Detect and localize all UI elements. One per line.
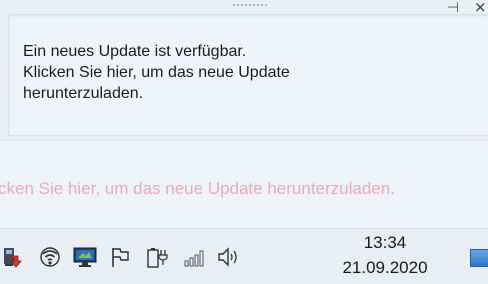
notification-line-1: Ein neues Update ist verfügbar. — [23, 43, 247, 60]
notification-message[interactable]: Ein neues Update ist verfügbar. Klicken … — [23, 41, 463, 104]
notification-panel[interactable]: Ein neues Update ist verfügbar. Klicken … — [8, 14, 488, 136]
update-notification-balloon[interactable]: ⊣ × Ein neues Update ist verfügbar. Klic… — [0, 0, 488, 140]
notification-line-3: herunterzuladen. — [23, 85, 144, 102]
signal-icon[interactable] — [182, 245, 206, 269]
update-icon[interactable] — [2, 245, 24, 269]
volume-icon[interactable] — [216, 245, 242, 269]
tooltip-strip: cken Sie hier, um das neue Update herunt… — [0, 140, 488, 229]
clock-date: 21.09.2020 — [342, 258, 428, 277]
wifi-icon[interactable] — [38, 245, 62, 269]
clock-time: 13:34 — [363, 233, 407, 252]
show-desktop-icon[interactable] — [470, 249, 488, 267]
power-icon[interactable] — [144, 245, 168, 269]
monitor-icon[interactable] — [72, 245, 98, 269]
taskbar-tray: 13:34 21.09.2020 — [0, 228, 488, 284]
tooltip-text: cken Sie hier, um das neue Update herunt… — [0, 179, 395, 198]
grip-handle — [232, 2, 268, 8]
notification-line-2: Klicken Sie hier, um das neue Update — [23, 64, 290, 81]
flag-icon[interactable] — [108, 245, 132, 269]
